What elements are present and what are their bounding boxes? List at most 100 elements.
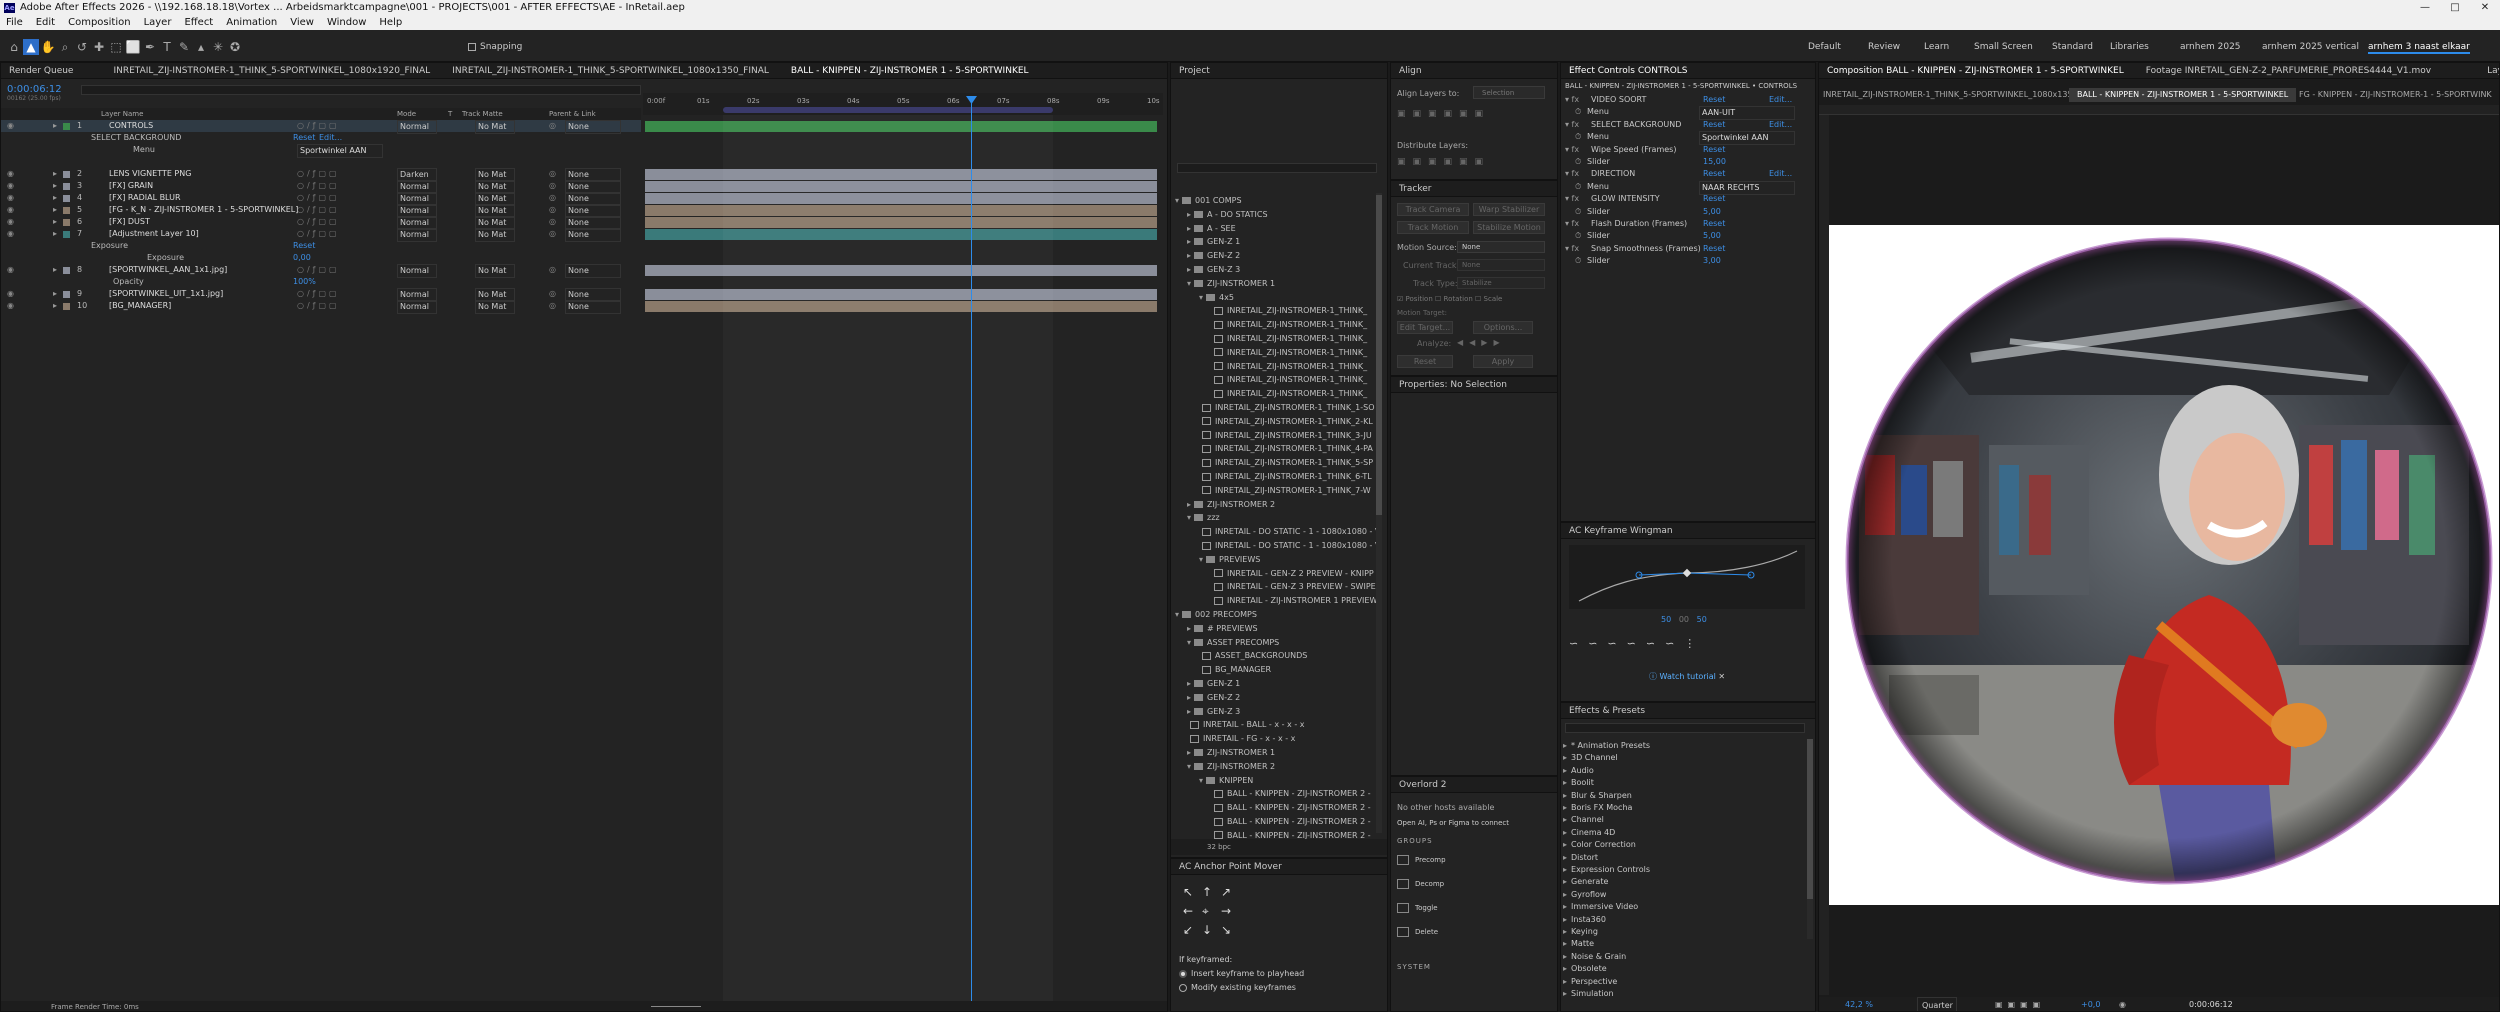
twirl-icon[interactable]: ▾ — [1187, 638, 1191, 647]
project-folder[interactable]: ▾ ZIJ-INSTROMER 1 — [1175, 277, 1275, 290]
tool-1-icon[interactable]: ▲ — [23, 39, 39, 55]
project-comp[interactable]: BALL - KNIPPEN - ZIJ-INSTROMER 2 - — [1175, 801, 1371, 814]
project-comp[interactable]: BALL - KNIPPEN - ZIJ-INSTROMER 2 - — [1175, 815, 1371, 828]
tool-9-icon[interactable]: T — [159, 39, 175, 55]
workspace-1[interactable]: Review — [1868, 42, 1900, 52]
twirl-icon[interactable]: ▸ — [1563, 927, 1567, 936]
layer-duration-bar[interactable] — [645, 301, 1157, 312]
layer-row[interactable]: ◉ ▸ 10 [BG_MANAGER] ○/ƒ▢▢ Normal No Mat ◎ None — [1, 300, 641, 314]
effect-row[interactable]: ▾ fx DIRECTION Reset Edit... — [1561, 168, 1811, 180]
visibility-eye-icon[interactable]: ◉ — [7, 180, 14, 192]
project-comp[interactable]: INRETAIL - BALL - x - x - x — [1175, 718, 1304, 731]
reset-link[interactable]: Reset — [1703, 243, 1725, 255]
twirl-icon[interactable]: ▸ — [1187, 624, 1191, 633]
project-comp[interactable]: INRETAIL_ZIJ-INSTROMER-1_THINK_ — [1175, 373, 1367, 386]
effect-row[interactable]: ⏱ Slider 5,00 — [1561, 206, 1811, 218]
effect-row[interactable]: ▾ fx GLOW INTENSITY Reset — [1561, 193, 1811, 205]
twirl-icon[interactable]: ▸ — [53, 204, 57, 216]
effect-row[interactable]: ⏱ Menu Sportwinkel AAN — [1561, 131, 1811, 146]
twirl-icon[interactable]: ▾ — [1199, 555, 1203, 564]
project-comp[interactable]: INRETAIL_ZIJ-INSTROMER-1_THINK_3-JU — [1175, 429, 1372, 442]
align-buttons[interactable]: ▣▣▣▣▣▣ — [1397, 109, 1547, 119]
layer-switches[interactable]: ○/ƒ▢▢ — [297, 228, 340, 240]
project-comp[interactable]: INRETAIL_ZIJ-INSTROMER-1_THINK_7-W — [1175, 484, 1371, 497]
effect-category[interactable]: ▸ 3D Channel — [1563, 752, 1803, 764]
timeline-tab-2[interactable]: INRETAIL_ZIJ-INSTROMER-1_THINK_5-SPORTWI… — [452, 63, 769, 78]
effect-row[interactable]: ▾ fx Wipe Speed (Frames) Reset — [1561, 144, 1811, 156]
project-folder[interactable]: ▾ 001 COMPS — [1175, 194, 1242, 207]
effect-controls-tab-label[interactable]: Effect Controls CONTROLS — [1569, 66, 1688, 76]
layer-switches[interactable]: ○/ƒ▢▢ — [297, 216, 340, 228]
fx-toggle-icon[interactable]: ▾ fx — [1565, 94, 1579, 106]
layer-row[interactable]: ◉ ▸ 9 [SPORTWINKEL_UIT_1x1.jpg] ○/ƒ▢▢ Normal N… — [1, 288, 641, 302]
project-comp[interactable]: INRETAIL_ZIJ-INSTROMER-1_THINK_ — [1175, 346, 1367, 359]
layer-switches[interactable]: ○/ƒ▢▢ — [297, 288, 340, 300]
track-type-dropdown[interactable]: Stabilize — [1457, 277, 1545, 289]
project-folder[interactable]: ▸ GEN-Z 3 — [1175, 705, 1240, 718]
pickwhip-icon[interactable]: ◎ — [549, 204, 556, 216]
project-comp[interactable]: BALL - KNIPPEN - ZIJ-INSTROMER 2 - — [1175, 787, 1371, 800]
anchor-arrow-icon[interactable]: ↖ — [1183, 885, 1193, 899]
project-comp[interactable]: INRETAIL_ZIJ-INSTROMER-1_THINK_ — [1175, 304, 1367, 317]
comp-tab-0[interactable]: Composition BALL - KNIPPEN - ZIJ-INSTROM… — [1827, 63, 2124, 78]
motion-source-dropdown[interactable]: None — [1457, 241, 1545, 253]
layer-switches[interactable]: ○/ƒ▢▢ — [297, 168, 340, 180]
twirl-icon[interactable]: ▸ — [1563, 778, 1567, 787]
workspace-8[interactable]: arnhem 3 naast elkaar — [2368, 42, 2470, 54]
pickwhip-icon[interactable]: ◎ — [549, 120, 556, 132]
property-value[interactable]: Reset — [293, 240, 315, 252]
flowchart-tab-0[interactable]: INRETAIL_ZIJ-INSTROMER-1_THINK_5-SPORTWI… — [1823, 88, 2105, 102]
effect-category[interactable]: ▸ Gyroflow — [1563, 889, 1803, 901]
twirl-icon[interactable]: ▸ — [53, 228, 57, 240]
effect-category[interactable]: ▸ Keying — [1563, 926, 1803, 938]
layer-name[interactable]: [FX] RADIAL BLUR — [109, 192, 181, 204]
effect-category[interactable]: ▸ Channel — [1563, 814, 1803, 826]
layer-duration-bar[interactable] — [645, 181, 1157, 192]
project-folder[interactable]: ▸ # PREVIEWS — [1175, 622, 1258, 635]
tool-6-icon[interactable]: ⬚ — [108, 39, 124, 55]
layer-row[interactable]: ◉ ▸ 1 CONTROLS ○/ƒ▢▢ Normal No Mat ◎ None — [1, 120, 641, 134]
anchor-arrow-icon[interactable]: ⌖ — [1202, 904, 1209, 919]
effect-category[interactable]: ▸ Expression Controls — [1563, 864, 1803, 876]
layer-duration-bar[interactable] — [645, 205, 1157, 216]
anchor-arrow-icon[interactable]: ← — [1183, 904, 1193, 918]
tool-12-icon[interactable]: ✳ — [210, 39, 226, 55]
zoom-level[interactable]: 42,2 % — [1845, 997, 1873, 1011]
ease-out-value[interactable]: 50 — [1697, 615, 1707, 624]
track-camera-button[interactable]: Track Camera — [1397, 203, 1469, 216]
effect-category[interactable]: ▸ Insta360 — [1563, 914, 1803, 926]
track-motion-button[interactable]: Track Motion — [1397, 221, 1469, 234]
layer-duration-bar[interactable] — [645, 265, 1157, 276]
twirl-icon[interactable]: ▸ — [1563, 840, 1567, 849]
project-comp[interactable]: INRETAIL_ZIJ-INSTROMER-1_THINK_ — [1175, 387, 1367, 400]
reset-link[interactable]: Reset — [1703, 193, 1725, 205]
visibility-eye-icon[interactable]: ◉ — [7, 228, 14, 240]
visibility-eye-icon[interactable]: ◉ — [7, 204, 14, 216]
twirl-icon[interactable]: ▸ — [1187, 237, 1191, 246]
effects-search-input[interactable] — [1565, 723, 1805, 733]
overlord-decomp-button[interactable]: Decomp — [1397, 875, 1547, 893]
menu-effect[interactable]: Effect — [184, 16, 213, 30]
property-row[interactable]: Exposure 0,00 — [1, 252, 641, 264]
comp-tab-1[interactable]: Footage INRETAIL_GEN-Z-2_PARFUMERIE_PROR… — [2146, 63, 2431, 78]
layer-name[interactable]: [BG_MANAGER] — [109, 300, 171, 312]
twirl-icon[interactable]: ▸ — [1187, 693, 1191, 702]
label-color-swatch[interactable] — [63, 123, 70, 130]
slider-value[interactable]: 5,00 — [1703, 206, 1721, 218]
effect-category[interactable]: ▸ Noise & Grain — [1563, 951, 1803, 963]
twirl-icon[interactable]: ▾ — [1175, 196, 1179, 205]
slider-value[interactable]: 3,00 — [1703, 255, 1721, 267]
effects-scrollbar[interactable] — [1807, 739, 1813, 939]
tool-11-icon[interactable]: ▴ — [193, 39, 209, 55]
pickwhip-icon[interactable]: ◎ — [549, 192, 556, 204]
ease-mid-value[interactable]: 00 — [1679, 615, 1689, 624]
analyze-buttons[interactable]: ◀◀▶▶ — [1457, 338, 1506, 347]
stabilize-motion-button[interactable]: Stabilize Motion — [1473, 221, 1545, 234]
align-to-dropdown[interactable]: Selection — [1473, 86, 1545, 99]
layer-name[interactable]: [FG - K_N - ZIJ-INSTROMER 1 - 5-SPORTWIN… — [109, 204, 298, 216]
twirl-icon[interactable]: ▸ — [1187, 224, 1191, 233]
layer-name[interactable]: CONTROLS — [109, 120, 153, 132]
project-comp[interactable]: INRETAIL - DO STATIC - 1 - 1080x1080 - V — [1175, 525, 1380, 538]
layer-duration-bar[interactable] — [645, 193, 1157, 204]
close-icon[interactable]: ✕ — [2470, 0, 2500, 16]
